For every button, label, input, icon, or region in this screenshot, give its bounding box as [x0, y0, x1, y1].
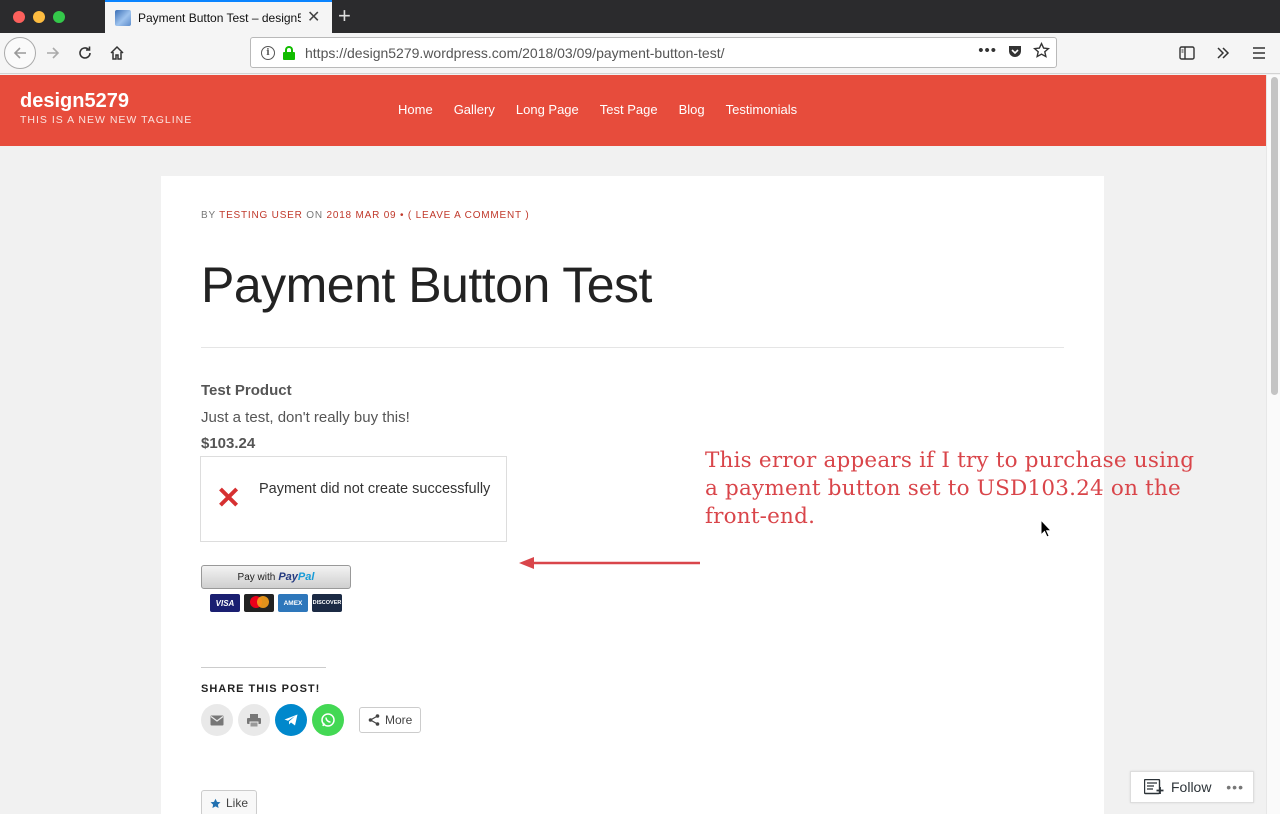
nav-link-testimonials[interactable]: Testimonials	[726, 102, 798, 117]
home-button[interactable]	[102, 39, 132, 67]
browser-titlebar: Payment Button Test – design5279 ✕ +	[0, 0, 1280, 33]
discover-icon: DISCOVER	[312, 594, 342, 612]
nav-link-test-page[interactable]: Test Page	[600, 102, 658, 117]
paypal-logo: PayPal	[278, 571, 315, 583]
page-actions-icon[interactable]: •••	[978, 42, 997, 59]
visa-icon: VISA	[210, 594, 240, 612]
telegram-icon	[284, 714, 298, 726]
lock-icon	[283, 45, 295, 60]
share-title: SHARE THIS POST!	[201, 683, 321, 695]
more-options-icon[interactable]: •••	[1226, 779, 1244, 795]
comment-paren-close: )	[525, 210, 530, 221]
maximize-window-button[interactable]	[53, 11, 65, 23]
forward-button[interactable]	[38, 39, 68, 67]
site-tagline: THIS IS A NEW NEW TAGLINE	[20, 114, 193, 126]
nav-link-long-page[interactable]: Long Page	[516, 102, 579, 117]
share-email-button[interactable]	[201, 704, 233, 736]
sidebar-button[interactable]	[1172, 39, 1202, 67]
comment-paren-open: (	[407, 210, 413, 221]
meta-on: ON	[306, 210, 323, 221]
minimize-window-button[interactable]	[33, 11, 45, 23]
reload-icon	[79, 46, 91, 59]
product-name: Test Product	[201, 382, 292, 399]
share-icon	[368, 714, 380, 726]
follow-widget[interactable]: Follow •••	[1130, 771, 1254, 803]
site-title[interactable]: design5279	[20, 90, 129, 113]
title-divider	[201, 347, 1064, 348]
paypal-label: Pay with	[237, 571, 276, 583]
back-button[interactable]	[4, 37, 36, 69]
error-message-box: ✕ Payment did not create successfully	[200, 456, 507, 542]
site-header: design5279 THIS IS A NEW NEW TAGLINE Hom…	[0, 75, 1266, 146]
new-tab-icon[interactable]: +	[338, 4, 351, 28]
browser-tab[interactable]: Payment Button Test – design5279 ✕	[105, 0, 332, 33]
whatsapp-icon	[321, 713, 335, 727]
share-more-button[interactable]: More	[359, 707, 422, 733]
post-meta: BY TESTING USER ON 2018 MAR 09 • ( LEAVE…	[201, 210, 530, 221]
post-title: Payment Button Test	[201, 257, 652, 313]
annotation-arrow	[519, 557, 700, 569]
nav-link-gallery[interactable]: Gallery	[454, 102, 495, 117]
product-description: Just a test, don't really buy this!	[201, 409, 410, 426]
author-link[interactable]: TESTING USER	[219, 210, 303, 221]
email-icon	[210, 715, 224, 725]
hamburger-icon	[1253, 47, 1265, 59]
share-telegram-button[interactable]	[275, 704, 307, 736]
overflow-button[interactable]	[1208, 39, 1238, 67]
mastercard-icon	[244, 594, 274, 612]
home-icon	[110, 45, 124, 60]
product-price: $103.24	[201, 435, 256, 452]
annotation-text: This error appears if I try to purchase …	[705, 448, 1195, 529]
arrow-right-icon	[47, 47, 60, 59]
paypal-button[interactable]: Pay with PayPal	[201, 565, 351, 589]
meta-separator: •	[400, 210, 405, 221]
sidebar-icon	[1179, 46, 1195, 60]
menu-button[interactable]	[1244, 39, 1274, 67]
star-icon	[210, 798, 221, 808]
amex-icon: AMEX	[278, 594, 308, 612]
share-whatsapp-button[interactable]	[312, 704, 344, 736]
meta-by: BY	[201, 210, 216, 221]
share-print-button[interactable]	[238, 704, 270, 736]
nav-link-home[interactable]: Home	[398, 102, 433, 117]
nav-link-blog[interactable]: Blog	[679, 102, 705, 117]
info-icon[interactable]: i	[261, 45, 275, 60]
address-bar[interactable]: i https://design5279.wordpress.com/2018/…	[250, 37, 1057, 68]
share-buttons: More	[201, 704, 422, 736]
pocket-icon[interactable]	[1007, 43, 1023, 59]
reader-follow-icon	[1144, 779, 1164, 795]
reload-button[interactable]	[70, 39, 100, 67]
like-label: Like	[226, 796, 249, 810]
more-label: More	[385, 713, 413, 727]
mouse-cursor-icon	[1040, 519, 1052, 538]
main-nav: Home Gallery Long Page Test Page Blog Te…	[398, 102, 818, 117]
date-link[interactable]: 2018 MAR 09	[326, 210, 396, 221]
close-tab-icon[interactable]: ✕	[307, 9, 320, 26]
url-text[interactable]: https://design5279.wordpress.com/2018/03…	[305, 45, 724, 61]
scrollbar-thumb[interactable]	[1271, 77, 1278, 395]
x-icon: ✕	[216, 482, 242, 515]
arrow-left-icon	[13, 47, 26, 59]
error-message: Payment did not create successfully	[259, 481, 491, 497]
tab-title: Payment Button Test – design5279	[138, 10, 301, 25]
page-viewport: design5279 THIS IS A NEW NEW TAGLINE Hom…	[0, 75, 1266, 814]
chevrons-right-icon	[1217, 47, 1230, 59]
follow-label: Follow	[1171, 779, 1212, 795]
page-scrollbar[interactable]	[1266, 75, 1280, 814]
close-window-button[interactable]	[13, 11, 25, 23]
print-icon	[247, 713, 261, 727]
like-button[interactable]: Like	[201, 790, 258, 814]
favicon-icon	[115, 9, 131, 26]
browser-toolbar: i https://design5279.wordpress.com/2018/…	[0, 33, 1280, 74]
share-divider	[201, 667, 326, 668]
card-logos: VISA AMEX DISCOVER	[210, 594, 342, 612]
leave-comment-link[interactable]: LEAVE A COMMENT	[416, 210, 522, 221]
bookmark-star-icon[interactable]	[1033, 42, 1050, 59]
